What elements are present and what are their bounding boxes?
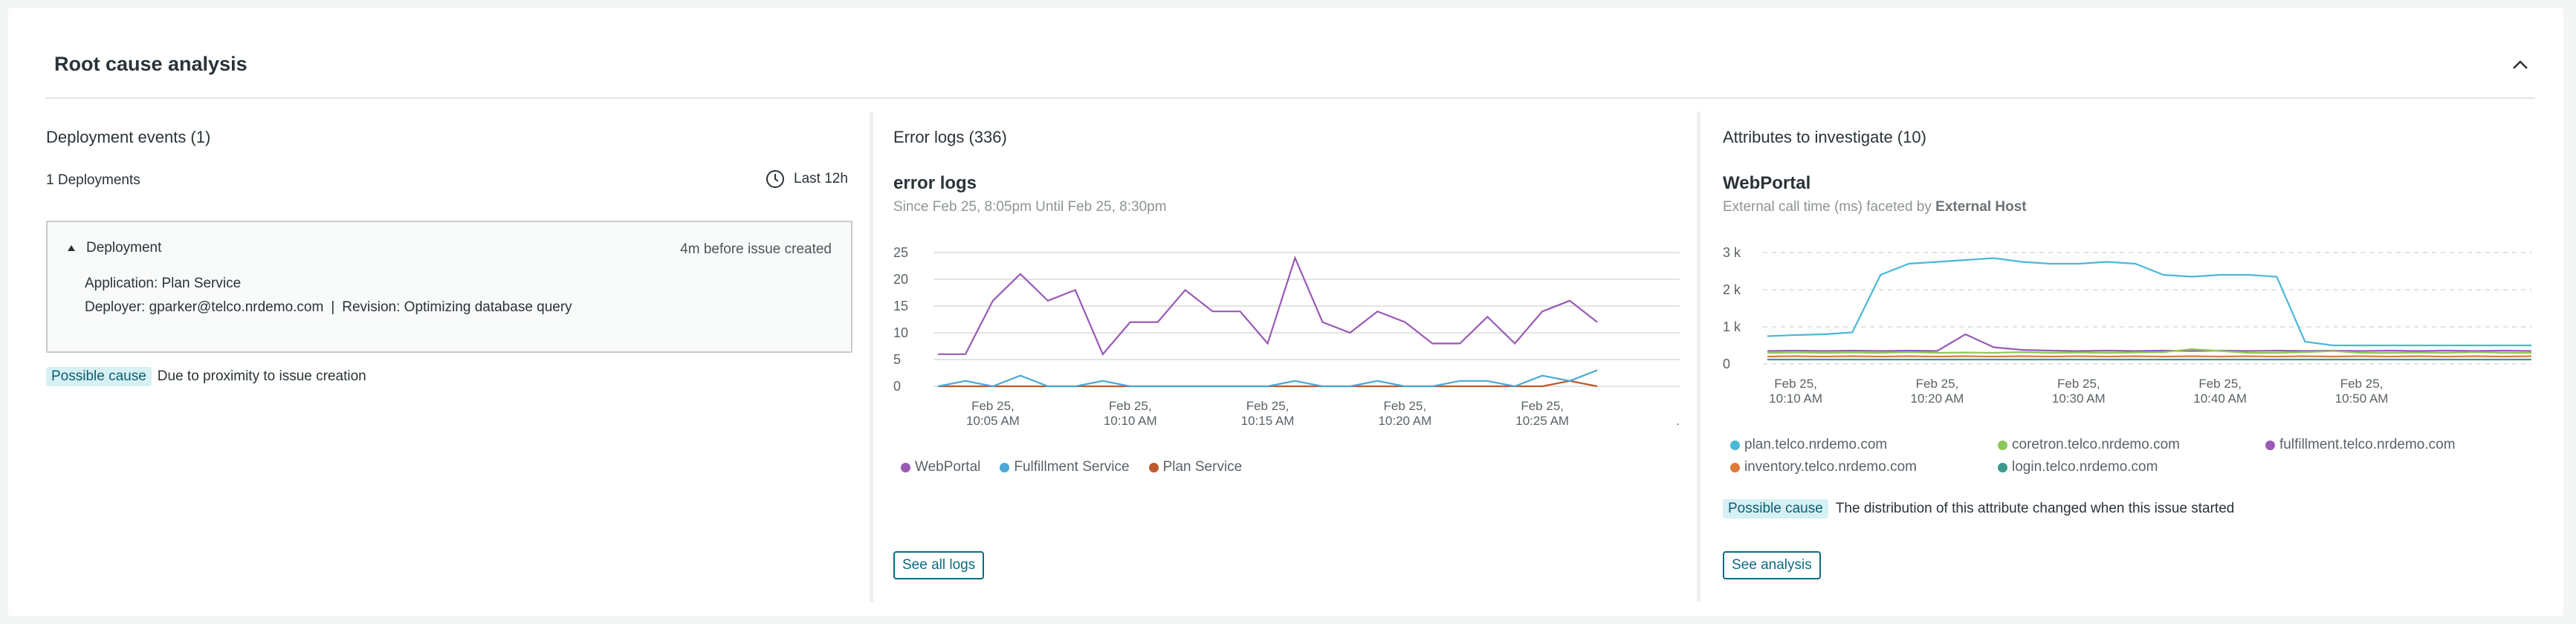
x-tick-label: 10:50 AM bbox=[2335, 391, 2389, 406]
error-logs-chart: 2520151050Feb 25,10:05 AMFeb 25,10:10 AM… bbox=[893, 245, 1680, 428]
triangle-up-icon bbox=[68, 245, 75, 251]
x-tick-label: Feb 25, bbox=[2057, 377, 2100, 391]
attributes-chart-subtitle: External call time (ms) faceted by Exter… bbox=[1723, 199, 2027, 215]
possible-cause-badge: Possible cause bbox=[46, 367, 152, 386]
legend-swatch bbox=[1148, 462, 1159, 472]
deployment-toggle[interactable]: Deployment bbox=[67, 240, 161, 256]
legend-label: login.telco.nrdemo.com bbox=[2012, 459, 2158, 475]
x-tick-label: 10:10 AM bbox=[1769, 391, 1822, 406]
possible-cause-text: The distribution of this attribute chang… bbox=[1835, 501, 2235, 516]
legend-label: coretron.telco.nrdemo.com bbox=[2012, 437, 2180, 452]
deployments-count: 1 Deployments bbox=[46, 172, 140, 188]
legend-item[interactable]: inventory.telco.nrdemo.com bbox=[1730, 459, 1998, 475]
x-tick-label: 10:30 AM bbox=[2052, 391, 2106, 406]
y-tick-label: 2 k bbox=[1723, 282, 1741, 297]
x-tick-label: Feb 25, bbox=[1521, 399, 1564, 413]
deployment-details: Deployer: gparker@telco.nrdemo.com | Rev… bbox=[85, 299, 572, 316]
x-tick-label: 10:15 AM bbox=[1241, 414, 1295, 428]
legend-swatch bbox=[1000, 462, 1010, 472]
legend-label: plan.telco.nrdemo.com bbox=[1744, 437, 1888, 452]
attributes-cause: Possible cause The distribution of this … bbox=[1723, 499, 2234, 519]
deployment-cause: Possible cause Due to proximity to issue… bbox=[46, 367, 366, 386]
chevron-up-icon bbox=[2513, 60, 2528, 69]
y-tick-label: 20 bbox=[893, 272, 908, 287]
legend-item[interactable]: login.telco.nrdemo.com bbox=[1998, 459, 2265, 475]
panel-divider bbox=[870, 111, 873, 602]
series-line-plan-telco-nrdemo-com bbox=[1767, 257, 2531, 347]
error-logs-chart-subtitle: Since Feb 25, 8:05pm Until Feb 25, 8:30p… bbox=[893, 199, 1167, 215]
legend-swatch bbox=[1998, 440, 2007, 450]
possible-cause-badge: Possible cause bbox=[1723, 499, 1828, 519]
time-range-label: Last 12h bbox=[794, 171, 848, 186]
legend-item[interactable]: coretron.telco.nrdemo.com bbox=[1998, 437, 2265, 453]
y-tick-label: 0 bbox=[893, 379, 901, 394]
deployment-separator: | bbox=[331, 299, 335, 315]
y-tick-label: 1 k bbox=[1723, 319, 1741, 334]
y-tick-label: 10 bbox=[893, 325, 908, 340]
deployment-timing: 4m before issue created bbox=[680, 241, 832, 257]
legend-swatch bbox=[2265, 440, 2275, 450]
deployment-item: Deployment 4m before issue created Appli… bbox=[46, 221, 852, 353]
legend-label: fulfillment.telco.nrdemo.com bbox=[2279, 437, 2456, 452]
legend-swatch bbox=[1730, 440, 1740, 450]
legend-item[interactable]: plan.telco.nrdemo.com bbox=[1730, 437, 1998, 453]
legend-label: Fulfillment Service bbox=[1014, 459, 1130, 475]
y-tick-label: 25 bbox=[893, 245, 908, 260]
y-tick-label: 15 bbox=[893, 299, 908, 313]
deployment-events-title: Deployment events (1) bbox=[46, 128, 211, 146]
legend-swatch bbox=[1730, 462, 1740, 472]
x-tick-label: Feb 25, bbox=[1774, 377, 1817, 391]
see-all-logs-button[interactable]: See all logs bbox=[893, 551, 985, 579]
x-tick-label: Feb 25, bbox=[1384, 399, 1427, 413]
x-tick-label: Feb 25, bbox=[2340, 377, 2384, 391]
legend-swatch bbox=[1998, 462, 2007, 472]
attributes-title: Attributes to investigate (10) bbox=[1723, 128, 1926, 146]
legend-label: Plan Service bbox=[1162, 459, 1243, 475]
legend-item[interactable]: fulfillment.telco.nrdemo.com bbox=[2265, 437, 2533, 453]
see-analysis-button[interactable]: See analysis bbox=[1723, 551, 1821, 579]
clock-icon bbox=[766, 170, 784, 188]
error-logs-legend: WebPortal Fulfillment Service Plan Service bbox=[901, 459, 1242, 475]
x-tick-label: 10:40 AM bbox=[2193, 391, 2247, 406]
page-title: Root cause analysis bbox=[54, 53, 247, 75]
x-tick-label: Feb 25, bbox=[971, 399, 1014, 413]
y-tick-label: 5 bbox=[893, 352, 901, 367]
x-tick-label: Feb 25, bbox=[2198, 377, 2242, 391]
x-tick-label: Feb 25, bbox=[1916, 377, 1959, 391]
legend-item[interactable]: Plan Service bbox=[1148, 459, 1243, 475]
subtitle-prefix: External call time (ms) faceted by bbox=[1723, 199, 1932, 215]
legend-item[interactable]: Fulfillment Service bbox=[1000, 459, 1130, 475]
legend-swatch bbox=[901, 462, 910, 472]
x-tick-label: 10:05 AM bbox=[966, 414, 1020, 428]
y-tick-label: 3 k bbox=[1723, 245, 1741, 260]
possible-cause-text: Due to proximity to issue creation bbox=[157, 368, 366, 384]
error-logs-chart-title: error logs bbox=[893, 173, 977, 193]
x-tick-label: Feb 25, bbox=[1246, 399, 1289, 413]
attributes-legend: plan.telco.nrdemo.com coretron.telco.nrde… bbox=[1730, 437, 2533, 475]
x-tick-label: 10:20 AM bbox=[1378, 414, 1431, 428]
deployment-revision: Revision: Optimizing database query bbox=[342, 299, 572, 315]
panel-divider bbox=[1697, 111, 1700, 602]
x-tick-label: 10:25 AM bbox=[1515, 414, 1569, 428]
x-tick-label: . bbox=[1676, 414, 1680, 428]
legend-label: WebPortal bbox=[915, 459, 981, 475]
y-tick-label: 0 bbox=[1723, 357, 1730, 371]
deployment-application: Application: Plan Service bbox=[85, 276, 242, 291]
legend-label: inventory.telco.nrdemo.com bbox=[1744, 459, 1917, 475]
x-tick-label: 10:20 AM bbox=[1911, 391, 1964, 406]
attributes-chart-title: WebPortal bbox=[1723, 173, 1811, 193]
series-line-fulfillment-telco-nrdemo-com bbox=[1767, 333, 2532, 352]
legend-item[interactable]: WebPortal bbox=[901, 459, 980, 475]
error-logs-title: Error logs (336) bbox=[893, 128, 1007, 146]
time-range[interactable]: Last 12h bbox=[766, 169, 848, 189]
deployment-deployer: Deployer: gparker@telco.nrdemo.com bbox=[85, 299, 324, 315]
subtitle-facet: External Host bbox=[1935, 199, 2027, 215]
collapse-button[interactable] bbox=[2505, 50, 2535, 79]
series-line-fulfillment-service bbox=[937, 369, 1598, 388]
card-header: Root cause analysis bbox=[45, 45, 2535, 99]
attributes-chart: 3 k2 k1 k0Feb 25,10:10 AMFeb 25,10:20 AM… bbox=[1723, 245, 2532, 406]
x-tick-label: 10:10 AM bbox=[1104, 414, 1157, 428]
deployment-label: Deployment bbox=[86, 240, 162, 256]
x-tick-label: Feb 25, bbox=[1109, 399, 1152, 413]
